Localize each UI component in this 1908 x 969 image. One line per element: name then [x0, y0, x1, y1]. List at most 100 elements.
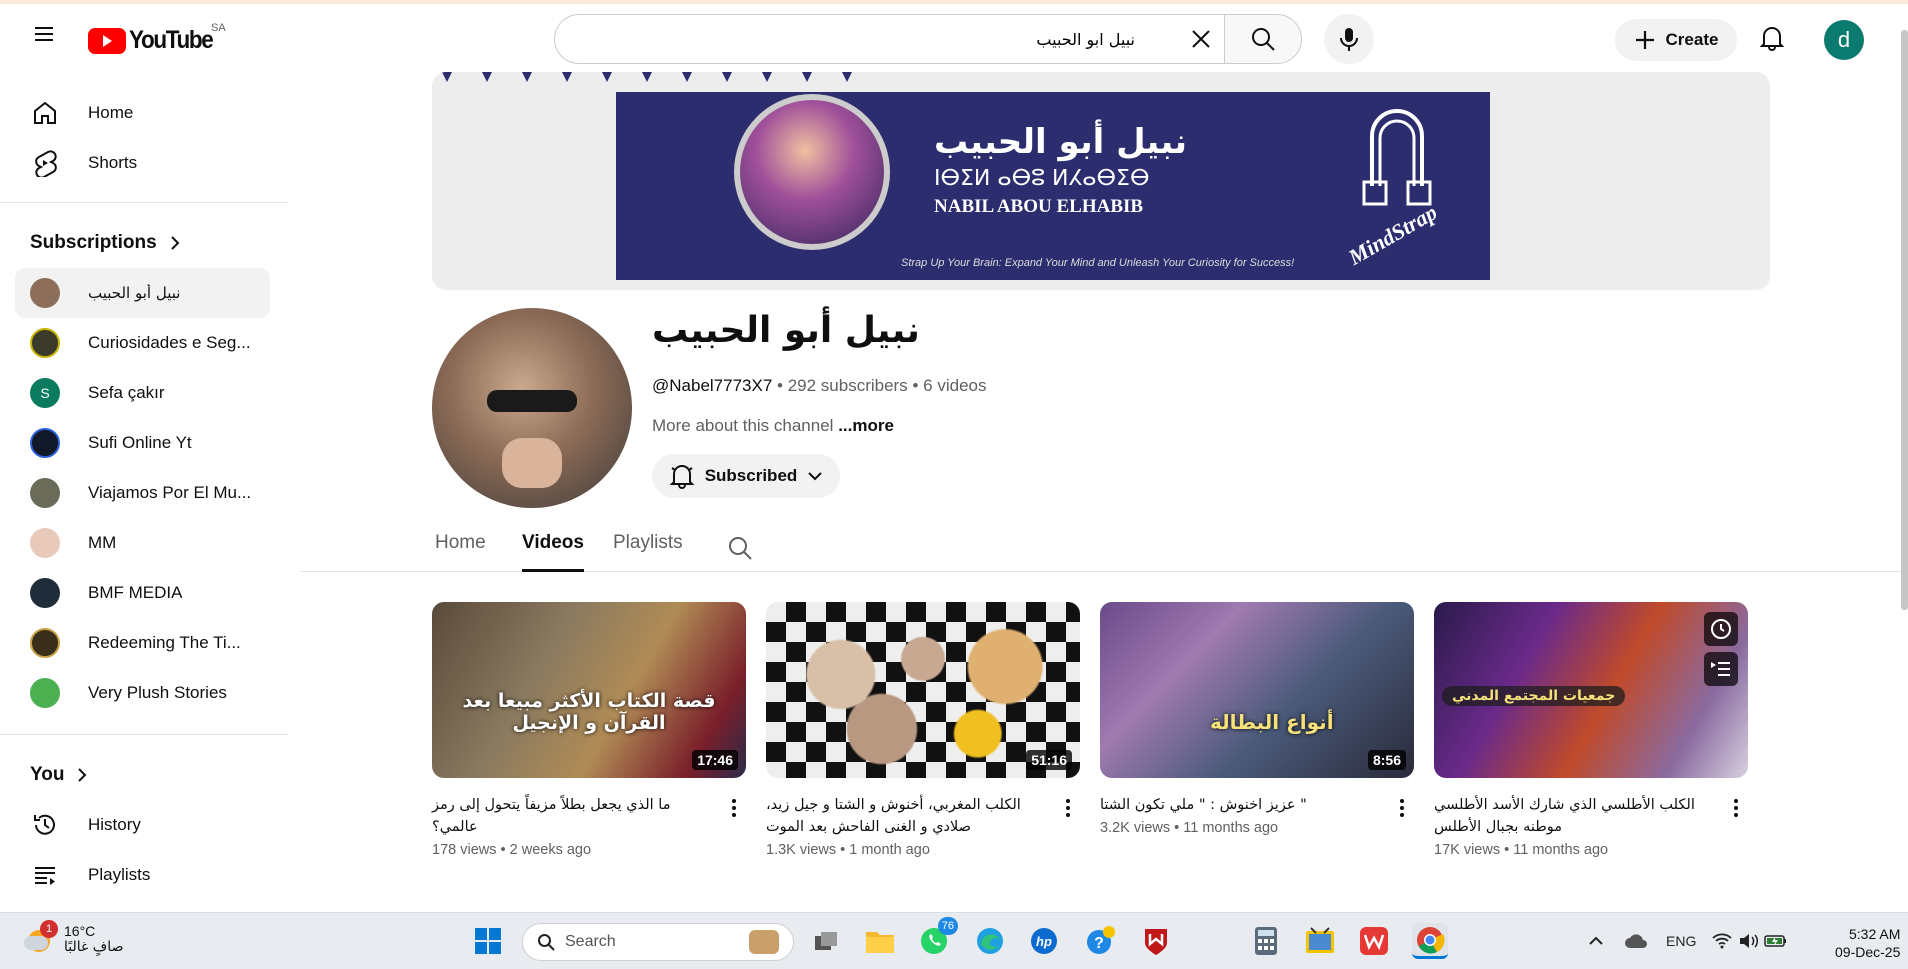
weather-widget[interactable]: 1 16°C صافٍ غالبًا [24, 920, 124, 955]
video-card[interactable]: جمعيات المجتمع المدني الكلب الأطلسي الذي… [1434, 602, 1748, 858]
video-card[interactable]: أنواع البطالة 8:56 " عزيز اخنوش : " ملي … [1100, 602, 1414, 836]
sidebar-sub-item[interactable]: Redeeming The Ti... [15, 618, 270, 668]
youtube-logo[interactable]: YouTube SA [88, 22, 226, 55]
video-card[interactable]: 51:16 الكلب المغربي، أخنوش و الشتا و جيل… [766, 602, 1080, 858]
search-button[interactable] [1224, 14, 1302, 64]
onedrive-button[interactable] [1618, 923, 1654, 959]
help-button[interactable]: ? [1082, 923, 1118, 959]
create-button[interactable]: Create [1615, 19, 1737, 61]
sidebar-item-shorts[interactable]: Shorts [15, 138, 270, 188]
channel-avatar [30, 628, 60, 658]
video-thumbnail[interactable]: 51:16 [766, 602, 1080, 778]
calculator-button[interactable] [1248, 923, 1284, 959]
sidebar-item-label: Very Plush Stories [88, 683, 227, 702]
sidebar-sub-item[interactable]: Viajamos Por El Mu... [15, 468, 270, 518]
subscribed-button[interactable]: Subscribed [652, 454, 840, 498]
voice-search-button[interactable] [1324, 14, 1374, 64]
chrome-icon [1417, 926, 1445, 954]
clock-date: 09-Dec-25 [1835, 944, 1901, 960]
sidebar-item-history[interactable]: History [15, 800, 270, 850]
masthead: YouTube SA Create d [0, 4, 1908, 72]
hp-icon: hp [1031, 928, 1057, 954]
mcafee-button[interactable] [1138, 923, 1174, 959]
sidebar-sub-item[interactable]: Sufi Online Yt [15, 418, 270, 468]
photos-button[interactable] [1302, 923, 1338, 959]
hamburger-icon [35, 27, 53, 41]
notifications-button[interactable] [1750, 16, 1794, 60]
channel-avatar [30, 578, 60, 608]
network-button[interactable] [1710, 923, 1734, 959]
channel-meta: @Nabel7773X7 • 292 subscribers • 6 video… [652, 376, 987, 395]
chrome-button[interactable] [1412, 923, 1448, 959]
weather-text: صافٍ غالبًا [64, 939, 124, 955]
sidebar-sub-item[interactable]: BMF MEDIA [15, 568, 270, 618]
banner-tagline: Strap Up Your Brain: Expand Your Mind an… [901, 257, 1295, 269]
wps-office-button[interactable] [1356, 923, 1392, 959]
video-title[interactable]: الكلب المغربي، أخنوش و الشتا و جيل زيد، … [766, 794, 1046, 838]
video-menu-button[interactable] [1056, 796, 1080, 820]
weather-icon: 1 [24, 920, 58, 954]
watch-later-button[interactable] [1704, 612, 1738, 646]
sidebar-sub-item[interactable]: MM [15, 518, 270, 568]
sidebar-item-label: Viajamos Por El Mu... [88, 483, 252, 502]
channel-avatar-large[interactable] [432, 308, 632, 508]
sidebar-item-label: MM [88, 533, 117, 552]
show-hidden-icons-button[interactable] [1578, 923, 1614, 959]
add-to-queue-button[interactable] [1704, 652, 1738, 686]
channel-avatar [30, 278, 60, 308]
sidebar-item-label: Home [88, 103, 134, 122]
cloud-icon [1625, 934, 1647, 948]
tab-home[interactable]: Home [435, 532, 486, 572]
video-title[interactable]: ما الذي يجعل بطلاً مزيفاً يتحول إلى رمز … [432, 794, 712, 838]
sidebar-item-playlists[interactable]: Playlists [15, 850, 270, 900]
video-card[interactable]: قصة الكتاب الأكثر مبيعا بعد القرآن و الإ… [432, 602, 746, 858]
channel-about[interactable]: More about this channel ...more [652, 416, 894, 436]
more-link[interactable]: ...more [838, 416, 894, 435]
video-title[interactable]: الكلب الأطلسي الذي شارك الأسد الأطلسي مو… [1434, 794, 1714, 838]
logo-text: YouTube [129, 26, 214, 54]
search-icon [1252, 28, 1275, 51]
volume-button[interactable] [1736, 923, 1760, 959]
clock-icon [1711, 619, 1731, 639]
subscriptions-header[interactable]: Subscriptions [30, 232, 181, 254]
battery-button[interactable] [1762, 923, 1790, 959]
hp-button[interactable]: hp [1026, 923, 1062, 959]
sidebar-sub-item[interactable]: S Sefa çakır [15, 368, 270, 418]
language-indicator[interactable]: ENG [1666, 933, 1696, 949]
sidebar-sub-item[interactable]: نبيل أبو الحبيب [15, 268, 270, 318]
channel-search-button[interactable] [720, 528, 760, 568]
video-duration: 17:46 [692, 750, 738, 770]
video-menu-button[interactable] [1390, 796, 1414, 820]
you-header[interactable]: You [30, 764, 88, 786]
video-menu-button[interactable] [722, 796, 746, 820]
wifi-icon [1712, 933, 1732, 949]
file-explorer-button[interactable] [862, 923, 898, 959]
close-icon [1192, 30, 1210, 48]
sidebar-sub-item[interactable]: Curiosidades e Seg... [15, 318, 270, 368]
tab-videos[interactable]: Videos [522, 532, 584, 572]
video-menu-button[interactable] [1724, 796, 1748, 820]
start-button[interactable] [470, 923, 506, 959]
thumbnail-text: جمعيات المجتمع المدني [1442, 686, 1626, 706]
edge-button[interactable] [972, 923, 1008, 959]
svg-text:hp: hp [1036, 934, 1052, 949]
tab-playlists[interactable]: Playlists [613, 532, 683, 572]
whatsapp-button[interactable]: 76 [916, 917, 958, 959]
video-thumbnail[interactable]: قصة الكتاب الأكثر مبيعا بعد القرآن و الإ… [432, 602, 746, 778]
microphone-icon [1340, 28, 1358, 51]
view-count: 1.3K views [766, 842, 837, 858]
clear-search-button[interactable] [1181, 19, 1221, 59]
video-thumbnail[interactable]: جمعيات المجتمع المدني [1434, 602, 1748, 778]
video-thumbnail[interactable]: أنواع البطالة 8:56 [1100, 602, 1414, 778]
task-view-button[interactable] [808, 923, 844, 959]
search-box[interactable] [554, 14, 1224, 64]
search-input[interactable] [575, 15, 1135, 63]
account-avatar[interactable]: d [1824, 20, 1864, 60]
sidebar-item-home[interactable]: Home [15, 88, 270, 138]
page-scrollbar[interactable] [1901, 30, 1908, 610]
taskbar-search[interactable]: Search [522, 923, 794, 961]
system-clock[interactable]: 5:32 AM 09-Dec-25 [1835, 925, 1900, 961]
sidebar-sub-item[interactable]: Very Plush Stories [15, 668, 270, 718]
menu-button[interactable] [22, 12, 66, 56]
video-title[interactable]: " عزيز اخنوش : " ملي تكون الشتا [1100, 794, 1380, 816]
